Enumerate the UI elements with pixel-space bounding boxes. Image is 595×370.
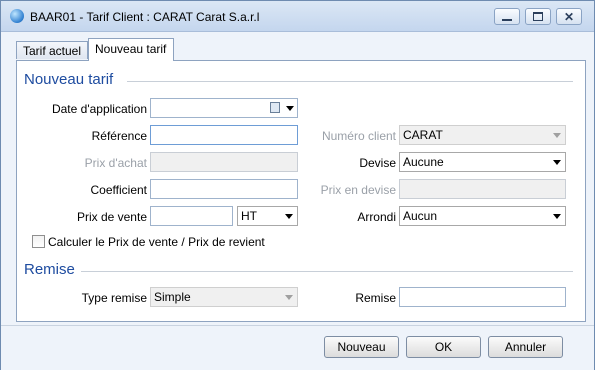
reference-input[interactable]: [150, 125, 298, 145]
calculer-checkbox[interactable]: [32, 235, 45, 248]
numero-client-label: Numéro client: [321, 129, 396, 143]
prix-achat-label: Prix d'achat: [84, 156, 147, 170]
section-divider: [81, 271, 573, 272]
app-globe-icon: [10, 9, 24, 23]
close-icon: ✕: [563, 9, 575, 24]
minimize-icon: [502, 18, 512, 21]
chevron-down-icon[interactable]: [553, 214, 561, 219]
section-title-remise: Remise: [24, 261, 75, 278]
tab-panel: Nouveau tarif Date d'application Référen…: [16, 60, 586, 322]
chevron-down-icon[interactable]: [285, 214, 293, 219]
prix-de-vente-label: Prix de vente: [76, 210, 147, 224]
section-divider: [127, 81, 573, 82]
devise-select[interactable]: Aucune: [399, 152, 566, 172]
maximize-button[interactable]: [525, 8, 551, 25]
type-remise-select: Simple: [150, 287, 298, 307]
calendar-icon[interactable]: [270, 102, 280, 113]
coefficient-label: Coefficient: [90, 183, 147, 197]
reference-label: Référence: [91, 129, 147, 143]
tab-nouveau-tarif[interactable]: Nouveau tarif: [88, 38, 174, 61]
coefficient-input[interactable]: [150, 179, 298, 199]
chevron-down-icon[interactable]: [286, 106, 294, 111]
chevron-down-icon: [285, 295, 293, 300]
arrondi-label: Arrondi: [357, 210, 396, 224]
date-application-label: Date d'application: [51, 102, 147, 116]
prix-de-vente-input[interactable]: [150, 206, 233, 226]
prix-en-devise-input: [399, 179, 566, 199]
title-bar[interactable]: BAAR01 - Tarif Client : CARAT Carat S.a.…: [1, 1, 594, 32]
annuler-button[interactable]: Annuler: [488, 336, 563, 358]
section-title-nouveau-tarif: Nouveau tarif: [24, 71, 114, 88]
chevron-down-icon: [553, 133, 561, 138]
minimize-button[interactable]: [494, 8, 520, 25]
ok-button[interactable]: OK: [406, 336, 481, 358]
numero-client-select: CARAT: [399, 125, 566, 145]
devise-label: Devise: [359, 156, 396, 170]
arrondi-select[interactable]: Aucun: [399, 206, 566, 226]
type-remise-label: Type remise: [81, 291, 147, 305]
button-bar: Nouveau OK Annuler: [1, 325, 594, 370]
maximize-icon: [533, 12, 543, 21]
chevron-down-icon[interactable]: [553, 160, 561, 165]
calculer-label[interactable]: Calculer le Prix de vente / Prix de revi…: [48, 235, 265, 249]
prix-achat-input: [150, 152, 298, 172]
close-button[interactable]: ✕: [556, 8, 582, 25]
window-title: BAAR01 - Tarif Client : CARAT Carat S.a.…: [30, 10, 260, 24]
date-application-field[interactable]: [150, 98, 298, 118]
nouveau-button[interactable]: Nouveau: [324, 336, 399, 358]
remise-input[interactable]: [399, 287, 566, 307]
tab-tarif-actuel[interactable]: Tarif actuel: [16, 41, 88, 59]
dialog-window: BAAR01 - Tarif Client : CARAT Carat S.a.…: [0, 0, 595, 370]
prix-unit-select[interactable]: HT: [237, 206, 298, 226]
remise-label: Remise: [355, 291, 396, 305]
prix-en-devise-label: Prix en devise: [320, 183, 396, 197]
